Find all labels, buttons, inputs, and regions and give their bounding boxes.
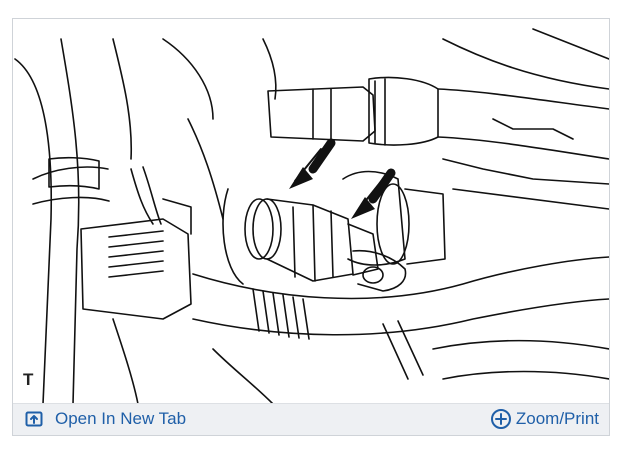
figure-corner-label: T: [23, 370, 34, 389]
zoom-print-label: Zoom/Print: [515, 409, 599, 428]
figure-toolbar: Open In New Tab Zoom/Print: [13, 403, 609, 435]
open-in-new-tab-label: Open In New Tab: [55, 409, 187, 428]
open-in-new-tab-link[interactable]: Open In New Tab: [25, 409, 186, 429]
open-in-new-tab-icon: [25, 411, 43, 427]
plus-circle-icon: [490, 408, 512, 430]
zoom-print-link[interactable]: Zoom/Print: [490, 408, 599, 430]
technical-illustration: T: [13, 19, 609, 404]
figure-frame: T Open In New Tab Zoom/Print: [12, 18, 610, 436]
